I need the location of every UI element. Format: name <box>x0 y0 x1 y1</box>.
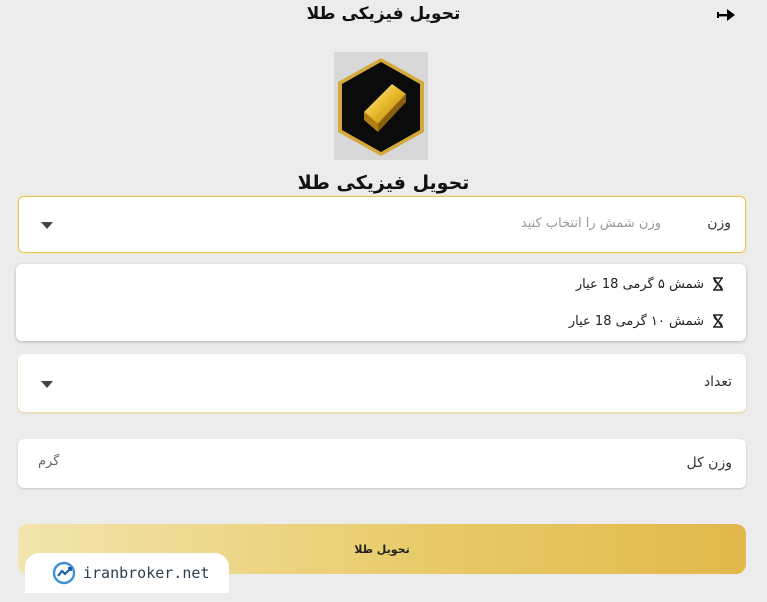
chevron-down-icon[interactable] <box>41 222 53 229</box>
dropdown-option[interactable]: شمش ۱۰ گرمی 18 عیار <box>569 310 726 332</box>
top-bar: تحویل فیزیکی طلا <box>0 0 767 30</box>
hourglass-icon <box>713 277 723 291</box>
weight-select[interactable]: وزن وزن شمش را انتخاب کنید <box>18 196 746 253</box>
weight-label: وزن <box>707 215 731 231</box>
total-weight-label: وزن کل <box>686 455 732 471</box>
page-title: تحویل فیزیکی طلا <box>306 4 461 24</box>
unit-label: گرم <box>38 454 60 469</box>
weight-placeholder: وزن شمش را انتخاب کنید <box>520 216 661 231</box>
arrow-right-icon[interactable] <box>716 6 740 24</box>
total-weight-field: وزن کل گرم <box>18 439 746 488</box>
watermark-text: iranbroker.net <box>83 564 210 582</box>
page-heading: تحویل فیزیکی طلا <box>297 172 470 194</box>
watermark: iranbroker.net <box>25 553 229 593</box>
option-label: شمش ۱۰ گرمی 18 عیار <box>568 313 704 329</box>
gold-bar-icon <box>334 52 428 160</box>
weight-dropdown: شمش ۵ گرمی 18 عیار شمش ۱۰ گرمی 18 عیار <box>16 264 746 341</box>
hourglass-icon <box>713 314 723 328</box>
chart-logo-icon <box>52 561 76 585</box>
count-select[interactable]: تعداد <box>18 354 746 412</box>
option-label: شمش ۵ گرمی 18 عیار <box>575 276 704 292</box>
dropdown-option[interactable]: شمش ۵ گرمی 18 عیار <box>576 273 726 295</box>
count-label: تعداد <box>703 374 732 390</box>
chevron-down-icon[interactable] <box>41 381 53 388</box>
